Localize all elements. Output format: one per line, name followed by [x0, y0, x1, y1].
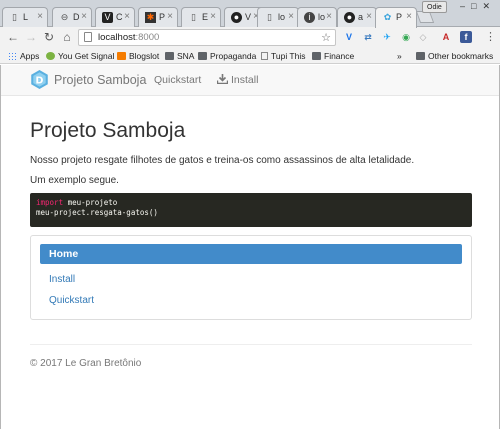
tab-title: V [245, 12, 252, 22]
nav-link-quickstart[interactable]: Quickstart [154, 74, 201, 86]
leaf-icon [46, 52, 55, 60]
home-icon[interactable]: ⌂ [60, 30, 74, 44]
apps-icon [8, 52, 17, 60]
tab-title: P [396, 12, 403, 22]
close-icon[interactable]: × [288, 11, 294, 22]
browser-tab[interactable]: i lo × [297, 7, 337, 27]
bookmark-folder-finance[interactable]: Finance [312, 50, 354, 62]
bookmarks-bar: Apps You Get Signal Blogslot SNA Propaga… [0, 48, 500, 64]
close-icon[interactable]: × [326, 11, 332, 22]
browser-tab-active[interactable]: ✿ P × [375, 7, 417, 28]
svg-text:D: D [36, 75, 44, 86]
bookmark-folder-propaganda[interactable]: Propaganda [198, 50, 256, 62]
info-icon: i [304, 12, 315, 23]
page-icon [261, 52, 268, 60]
shield-icon: V [102, 12, 113, 23]
footer-copyright: © 2017 Le Gran Bretônio [30, 358, 142, 369]
close-icon[interactable]: × [366, 11, 372, 22]
reload-icon[interactable]: ↻ [42, 30, 56, 44]
intro-paragraph: Nosso projeto resgate filhotes de gatos … [30, 155, 415, 166]
page-icon: ▯ [267, 12, 272, 22]
tab-title: L [23, 12, 29, 22]
tab-title: a [358, 12, 364, 22]
github-icon: ● [344, 12, 355, 23]
doc-nav-panel: Home Install Quickstart [30, 235, 472, 320]
page-title: Projeto Samboja [30, 119, 186, 142]
url-text: localhost:8000 [98, 32, 160, 43]
twitter-icon[interactable]: ✈ [381, 31, 393, 43]
globe-icon: ⊖ [60, 12, 69, 22]
code-line: import meu-projeto [36, 198, 118, 207]
close-icon[interactable]: × [167, 11, 173, 22]
tab-title: D [73, 12, 80, 22]
tab-title: lo [318, 12, 326, 22]
site-logo-icon[interactable]: D [30, 70, 49, 89]
nav-item-install[interactable]: Install [49, 274, 75, 285]
browser-tab[interactable]: ✱ P × [138, 7, 178, 27]
page-icon: ▯ [191, 12, 196, 22]
bookmark-folder-sna[interactable]: SNA [165, 50, 194, 62]
menu-icon[interactable]: ⋮ [485, 31, 496, 43]
browser-tab[interactable]: ⊖ D × [52, 7, 92, 27]
acrobat-icon[interactable]: A [440, 31, 452, 43]
browser-toolbar: ← → ↻ ⌂ localhost:8000 ☆ V ⇄ ✈ ◉ ◇ A f ⋮ [0, 27, 500, 48]
address-bar[interactable]: localhost:8000 ☆ [78, 29, 336, 46]
tab-title: C [116, 12, 123, 22]
vpn-extension-icon[interactable]: V [343, 31, 355, 43]
window-controls[interactable]: –□✕ [460, 1, 496, 12]
extension-icon[interactable]: ◇ [417, 31, 429, 43]
bookmark-tupi-this[interactable]: Tupi This [261, 50, 306, 62]
site-brand-link[interactable]: Projeto Samboja [54, 73, 146, 87]
nav-item-home-active[interactable]: Home [40, 244, 462, 264]
bookmark-icon [117, 52, 126, 60]
logo-icon: ✿ [383, 12, 392, 22]
page-info-icon[interactable] [84, 32, 92, 42]
browser-tab[interactable]: V C × [95, 7, 135, 27]
folder-icon [312, 52, 321, 60]
close-icon[interactable]: × [124, 11, 130, 22]
bookmarks-overflow-button[interactable]: » [397, 50, 402, 62]
folder-icon [198, 52, 207, 60]
translate-extension-icon[interactable]: ⇄ [362, 31, 374, 43]
close-icon[interactable]: × [37, 11, 43, 22]
code-line: meu-project.resgata-gatos() [36, 208, 158, 217]
page-viewport: D Projeto Samboja Quickstart Install Pro… [0, 65, 500, 429]
folder-icon [165, 52, 174, 60]
nav-link-install[interactable]: Install [217, 74, 258, 86]
bookmark-you-get-signal[interactable]: You Get Signal [46, 50, 114, 62]
forward-arrow-icon[interactable]: → [24, 30, 38, 44]
profile-button[interactable]: Odie [422, 1, 447, 13]
bookmark-blogslot[interactable]: Blogslot [117, 50, 159, 62]
nav-item-quickstart[interactable]: Quickstart [49, 295, 94, 306]
tab-title: E [202, 12, 209, 22]
example-label: Um exemplo segue. [30, 175, 119, 186]
site-navbar: D Projeto Samboja Quickstart Install [1, 65, 499, 96]
browser-tab[interactable]: ▯ E × [181, 7, 221, 27]
tab-title: lo [278, 12, 286, 22]
footer-divider [30, 344, 472, 345]
star-icon: ✱ [145, 12, 156, 23]
bookmark-star-icon[interactable]: ☆ [321, 31, 331, 44]
other-bookmarks-folder[interactable]: Other bookmarks [416, 50, 493, 62]
code-block: import meu-projeto meu-project.resgata-g… [30, 193, 472, 227]
chrome-extension-icon[interactable]: ◉ [400, 31, 412, 43]
browser-tab[interactable]: ▯ lo × [257, 7, 299, 27]
bookmark-apps[interactable]: Apps [8, 50, 39, 62]
close-icon[interactable]: × [406, 11, 412, 22]
close-icon[interactable]: × [210, 11, 216, 22]
back-arrow-icon[interactable]: ← [6, 30, 20, 44]
tab-title: P [159, 12, 166, 22]
browser-tab-strip: ▯ L × ⊖ D × V C × ✱ P × ▯ E × ● V × ▯ lo… [0, 0, 500, 28]
browser-tab[interactable]: ● a × [337, 7, 377, 27]
page-icon: ▯ [12, 12, 17, 22]
download-icon [217, 74, 228, 84]
folder-icon [416, 52, 425, 60]
facebook-icon[interactable]: f [460, 31, 472, 43]
close-icon[interactable]: × [81, 11, 87, 22]
github-icon: ● [231, 12, 242, 23]
browser-tab[interactable]: ▯ L × [2, 7, 48, 27]
